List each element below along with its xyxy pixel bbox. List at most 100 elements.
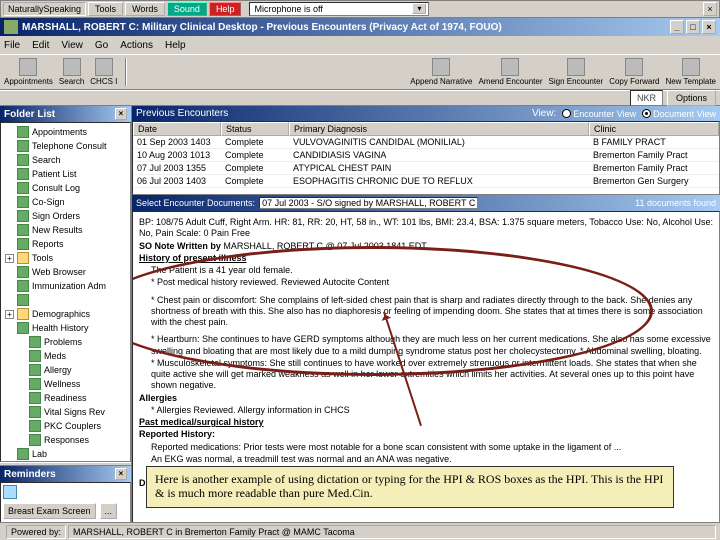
dragon-tools[interactable]: Tools — [88, 2, 123, 16]
tree-item[interactable]: +Tools — [1, 251, 130, 265]
tree-item-label: Appointments — [32, 127, 87, 137]
tree-item[interactable]: Appointments — [1, 125, 130, 139]
folder-list-close-icon[interactable]: × — [115, 108, 127, 120]
menu-file[interactable]: File — [4, 40, 20, 51]
tree-item[interactable]: +Demographics — [1, 307, 130, 321]
doc-select-combo[interactable]: 07 Jul 2003 - S/O signed by MARSHALL, RO… — [259, 197, 478, 209]
radio-encounter-view[interactable]: Encounter View — [562, 109, 636, 119]
tree-item[interactable]: Lab — [1, 447, 130, 461]
tree-item[interactable]: Consult Log — [1, 181, 130, 195]
col-clinic[interactable]: Clinic — [589, 122, 719, 136]
tree-item[interactable]: Health History — [1, 321, 130, 335]
tree-item[interactable]: Co-Sign — [1, 195, 130, 209]
menu-actions[interactable]: Actions — [120, 40, 153, 51]
col-date[interactable]: Date — [133, 122, 221, 136]
dragon-words[interactable]: Words — [125, 2, 165, 16]
dragon-sound[interactable]: Sound — [167, 2, 207, 16]
view-label: View: — [532, 108, 556, 119]
tree-item[interactable]: Telephone Consult — [1, 139, 130, 153]
reported-history-line: An EKG was normal, a treadmill test was … — [139, 454, 713, 465]
table-cell: Bremerton Gen Surgery — [589, 175, 719, 188]
dragon-mic-combo[interactable]: Microphone is off — [249, 2, 429, 16]
tree-item[interactable]: Allergy — [1, 363, 130, 377]
maximize-icon[interactable]: □ — [686, 20, 700, 34]
tree-item[interactable]: PKC Couplers — [1, 419, 130, 433]
tool-copy-forward[interactable]: Copy Forward — [609, 58, 659, 86]
menu-help[interactable]: Help — [165, 40, 186, 51]
tree-expander-icon — [17, 408, 26, 417]
allergies-header: Allergies — [139, 393, 177, 403]
tree-item[interactable]: Web Browser — [1, 265, 130, 279]
reminder-more-button[interactable]: ... — [100, 503, 118, 519]
item-icon — [29, 420, 41, 432]
tree-item[interactable]: Readiness — [1, 391, 130, 405]
tree-item-label: Problems — [44, 337, 82, 347]
col-status[interactable]: Status — [221, 122, 289, 136]
tree-item[interactable]: New Results — [1, 223, 130, 237]
tree-expander-icon[interactable]: + — [5, 254, 14, 263]
item-icon — [29, 434, 41, 446]
app-title-bar: MARSHALL, ROBERT C: Military Clinical De… — [0, 18, 720, 36]
tool-new-template[interactable]: New Template — [665, 58, 716, 86]
tool-sign-encounter[interactable]: Sign Encounter — [549, 58, 604, 86]
radio-document-view[interactable]: Document View — [642, 109, 716, 119]
tree-item[interactable]: Meds — [1, 349, 130, 363]
item-icon — [17, 182, 29, 194]
item-icon — [17, 154, 29, 166]
dragon-help[interactable]: Help — [209, 2, 242, 16]
table-row[interactable]: 07 Jul 2003 1355CompleteATYPICAL CHEST P… — [133, 162, 719, 175]
left-column: Folder List × Appointments Telephone Cons… — [0, 106, 132, 526]
encounters-grid[interactable]: Date Status Primary Diagnosis Clinic 01 … — [132, 121, 720, 195]
menu-view[interactable]: View — [61, 40, 83, 51]
tree-expander-icon[interactable]: + — [5, 310, 14, 319]
menu-go[interactable]: Go — [95, 40, 108, 51]
tree-item-label: New Results — [32, 225, 83, 235]
hpi-line: * Chest pain or discomfort: She complain… — [139, 295, 713, 329]
table-row[interactable]: 01 Sep 2003 1403CompleteVULVOVAGINITIS C… — [133, 136, 719, 149]
tool-chcs[interactable]: CHCS I — [90, 58, 117, 86]
tree-item-label: Consult Log — [32, 183, 80, 193]
reminders-close-icon[interactable]: × — [115, 468, 127, 480]
so-note-label: SO Note Written by — [139, 241, 221, 251]
append-icon — [432, 58, 450, 76]
reminders-header: Reminders × — [0, 466, 131, 482]
copy-forward-icon — [625, 58, 643, 76]
col-diagnosis[interactable]: Primary Diagnosis — [289, 122, 589, 136]
status-bar: Powered by: MARSHALL, ROBERT C in Bremer… — [0, 522, 720, 540]
item-icon — [17, 168, 29, 180]
nkr-badge[interactable]: NKR — [630, 90, 663, 106]
tree-item[interactable] — [1, 293, 130, 307]
tree-item[interactable]: Patient List — [1, 167, 130, 181]
folder-tree[interactable]: Appointments Telephone Consult Search Patie… — [0, 122, 131, 462]
folder-list-header: Folder List × — [0, 106, 131, 122]
tree-item[interactable]: Wellness — [1, 377, 130, 391]
table-row[interactable]: 10 Aug 2003 1013CompleteCANDIDIASIS VAGI… — [133, 149, 719, 162]
tree-expander-icon — [17, 366, 26, 375]
tree-expander-icon — [5, 184, 14, 193]
tree-item[interactable]: Problems — [1, 335, 130, 349]
tree-item-label: Search — [32, 155, 61, 165]
tool-amend-encounter[interactable]: Amend Encounter — [478, 58, 542, 86]
table-row[interactable]: 06 Jul 2003 1403CompleteESOPHAGITIS CHRO… — [133, 175, 719, 188]
tree-item[interactable]: Immunization Adm — [1, 279, 130, 293]
tool-appointments[interactable]: Appointments — [4, 58, 53, 86]
tree-item[interactable]: Reports — [1, 237, 130, 251]
menu-edit[interactable]: Edit — [32, 40, 49, 51]
tool-append-narrative[interactable]: Append Narrative — [410, 58, 472, 86]
tree-expander-icon — [17, 422, 26, 431]
tree-item[interactable]: Responses — [1, 433, 130, 447]
minimize-icon[interactable]: _ — [670, 20, 684, 34]
close-icon[interactable]: × — [702, 20, 716, 34]
options-button[interactable]: Options — [667, 90, 716, 106]
tree-item[interactable]: Vital Signs Rev — [1, 405, 130, 419]
tree-item[interactable]: Sign Orders — [1, 209, 130, 223]
tree-item[interactable]: Search — [1, 153, 130, 167]
breast-exam-button[interactable]: Breast Exam Screen — [3, 503, 96, 519]
previous-encounters-header: Previous Encounters View: Encounter View… — [132, 106, 720, 121]
window-close-icon[interactable]: × — [703, 2, 717, 16]
table-cell: Complete — [221, 136, 289, 149]
tree-expander-icon — [5, 450, 14, 459]
tool-search[interactable]: Search — [59, 58, 84, 86]
reported-history-header: Reported History: — [139, 429, 215, 439]
main-toolbar: Appointments Search CHCS I Append Narrat… — [0, 54, 720, 90]
